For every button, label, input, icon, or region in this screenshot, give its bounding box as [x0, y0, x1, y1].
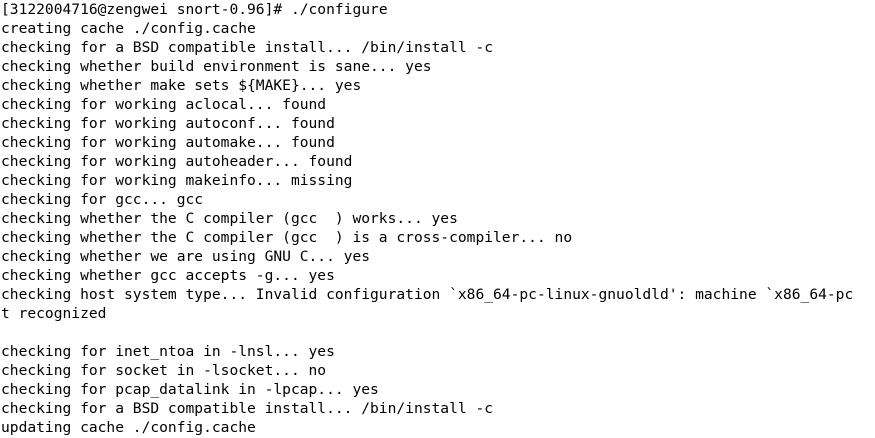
terminal-output[interactable]: [3122004716@zengwei snort-0.96]# ./confi… [0, 0, 875, 438]
output-line: checking for gcc... gcc [1, 191, 204, 208]
output-line: t recognized [1, 305, 107, 322]
output-line: checking whether make sets ${MAKE}... ye… [1, 77, 362, 94]
output-line: checking for working aclocal... found [1, 96, 327, 113]
output-line: checking whether we are using GNU C... y… [1, 248, 371, 265]
output-line: checking for working autoconf... found [1, 115, 335, 132]
output-line: checking whether build environment is sa… [1, 58, 432, 75]
prompt-line: [3122004716@zengwei snort-0.96]# ./confi… [1, 0, 875, 19]
shell-prompt: [3122004716@zengwei snort-0.96]# [1, 1, 291, 18]
output-line: checking for a BSD compatible install...… [1, 39, 494, 56]
output-line: checking whether the C compiler (gcc ) i… [1, 229, 573, 246]
output-line: checking whether gcc accepts -g... yes [1, 267, 335, 284]
output-line: checking for working makeinfo... missing [1, 172, 353, 189]
output-line: checking for socket in -lsocket... no [1, 362, 327, 379]
output-line: checking for inet_ntoa in -lnsl... yes [1, 343, 335, 360]
output-line: checking for pcap_datalink in -lpcap... … [1, 381, 379, 398]
command-text: ./configure [290, 1, 388, 18]
output-line: creating cache ./config.cache [1, 20, 256, 37]
output-line: updating cache ./config.cache [1, 419, 256, 436]
output-line: checking for working automake... found [1, 134, 335, 151]
output-line: checking host system type... Invalid con… [1, 286, 854, 303]
output-line: checking for working autoheader... found [1, 153, 353, 170]
output-line: checking for a BSD compatible install...… [1, 400, 494, 417]
output-line: checking whether the C compiler (gcc ) w… [1, 210, 458, 227]
